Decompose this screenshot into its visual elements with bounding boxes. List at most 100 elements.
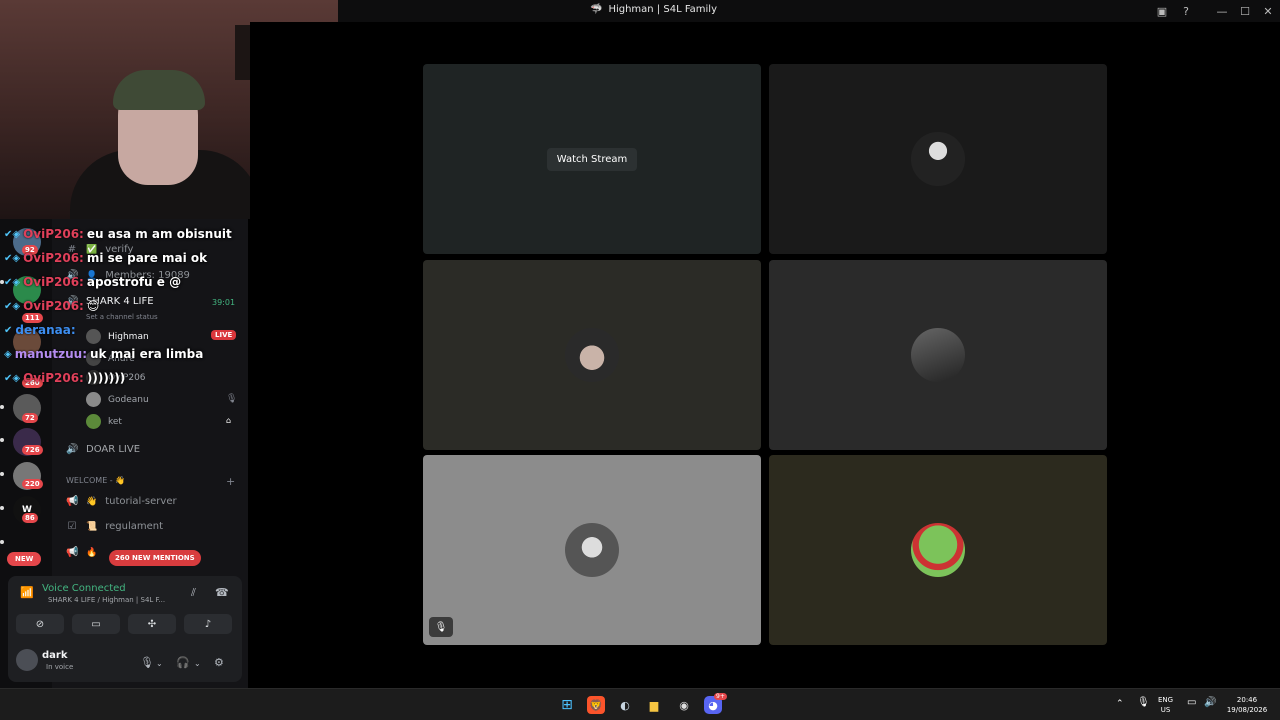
soundboard-button[interactable]: ♪ <box>184 614 232 634</box>
chat-message: ✔◈ OviP206: mi se pare mai ok <box>4 251 207 265</box>
taskbar: ⊞ 🦁 ◐ ▆ ◉ ◕ 9+ ⌃ 🎙 ENG US ▭ 🔊 20:46 19/0… <box>0 688 1280 720</box>
soundboard-icon: ♪ <box>204 618 212 630</box>
window-title: 🦈 Highman | S4L Family <box>590 4 718 15</box>
unread-dot <box>0 506 4 510</box>
channel-tutorial-server[interactable]: 📢 👋 tutorial-server <box>66 496 177 507</box>
screen-share-icon: ▭ <box>91 618 101 630</box>
maximize-button[interactable]: ☐ <box>1237 3 1253 19</box>
watch-stream-button[interactable]: Watch Stream <box>546 147 638 171</box>
add-channel-icon[interactable]: + <box>226 475 235 488</box>
speaker-icon: 🔊 <box>66 444 79 455</box>
chat-badges: ✔◈ <box>4 228 21 240</box>
chat-text: eu asa m am obisnuit <box>86 227 232 241</box>
voice-user[interactable]: ket <box>86 414 122 429</box>
language-indicator[interactable]: ENG US <box>1158 695 1173 715</box>
channel-label: regulament <box>105 521 164 532</box>
voice-user[interactable]: Highman <box>86 329 149 344</box>
unread-dot <box>0 438 4 442</box>
participant-tile[interactable] <box>769 455 1107 645</box>
minimize-button[interactable]: — <box>1214 3 1230 19</box>
activities-button[interactable]: ✣ <box>128 614 176 634</box>
chat-user: OviP206: <box>23 371 84 385</box>
folder-icon[interactable]: ▆ <box>645 696 663 714</box>
chat-text: mi se pare mai ok <box>86 251 208 265</box>
chat-badges: ◈ <box>4 348 12 360</box>
chevron-up-icon[interactable]: ⌃ <box>1116 699 1124 709</box>
user-name: dark <box>42 650 68 661</box>
start-icon[interactable]: ⊞ <box>558 696 576 714</box>
network-icon[interactable]: ▭ <box>1187 698 1196 708</box>
disconnect-icon[interactable]: ☎ <box>215 586 229 599</box>
streamer-cap <box>113 70 205 110</box>
clock[interactable]: 20:46 19/08/2026 <box>1224 695 1270 715</box>
avatar <box>86 392 101 407</box>
channel-status-hint[interactable]: Set a channel status <box>86 313 158 321</box>
avatar <box>565 523 619 577</box>
headphones-icon[interactable]: 🎧 <box>176 656 190 669</box>
gear-icon[interactable]: ⚙ <box>214 656 224 669</box>
stream-tile[interactable]: Watch Stream <box>423 64 761 254</box>
chat-user: OviP206: <box>23 299 84 313</box>
voice-user-name: Godeanu <box>108 394 149 405</box>
close-button[interactable]: ✕ <box>1260 3 1276 19</box>
chat-text: uk mai era limba <box>90 347 204 361</box>
new-mentions-pill[interactable]: 260 NEW MENTIONS <box>109 550 201 566</box>
new-servers-pill[interactable]: NEW <box>7 552 42 566</box>
channel-emoji: 👋 <box>86 496 98 507</box>
chat-message: ✔◈ OviP206: ))))))) <box>4 371 125 385</box>
participant-tile[interactable] <box>769 260 1107 450</box>
voice-location[interactable]: SHARK 4 LIFE / Highman | S4L F... <box>48 596 165 604</box>
channel-label: tutorial-server <box>105 496 177 507</box>
category-welcome[interactable]: WELCOME - 👋 <box>66 476 125 485</box>
avatar[interactable] <box>16 649 38 671</box>
voice-user-name: ket <box>108 416 122 427</box>
voice-channel-doar-live[interactable]: 🔊 DOAR LIVE <box>66 444 140 455</box>
participant-tile[interactable] <box>423 260 761 450</box>
chat-text: ))))))) <box>86 371 126 385</box>
avatar <box>911 328 965 382</box>
channel-regulament[interactable]: ☑ 📜 regulament <box>66 521 164 532</box>
obs-icon[interactable]: ◉ <box>675 696 693 714</box>
call-timer: 39:01 <box>212 298 236 307</box>
chevron-down-icon[interactable]: ⌄ <box>194 659 201 668</box>
muted-icon: 🎙 <box>226 394 238 404</box>
megaphone-icon: 📢 <box>66 547 79 558</box>
avatar <box>911 132 965 186</box>
chat-badges: ✔◈ <box>4 276 21 288</box>
screen-share-button[interactable]: ▭ <box>72 614 120 634</box>
channel-more[interactable]: 📢 🔥 <box>66 547 97 558</box>
help-icon[interactable]: ? <box>1178 3 1194 19</box>
microphone-icon[interactable]: 🎙 <box>140 656 154 669</box>
user-status: In voice <box>46 663 74 671</box>
chevron-down-icon[interactable]: ⌄ <box>156 659 163 668</box>
voice-user-name: Highman <box>108 331 149 342</box>
server-badge: 111 <box>22 313 43 323</box>
noise-suppression-icon[interactable]: ⫽ <box>191 586 196 600</box>
camera-off-button[interactable]: ⊘ <box>16 614 64 634</box>
chat-message: ◈ manutzuu: uk mai era limba <box>4 347 203 361</box>
category-label: WELCOME - 👋 <box>66 476 126 485</box>
avatar <box>911 523 965 577</box>
voice-user[interactable]: Godeanu <box>86 392 149 407</box>
chat-message: ✔◈ OviP206: eu asa m am obisnuit <box>4 227 232 241</box>
unread-dot <box>0 540 4 544</box>
clock-date: 19/08/2026 <box>1226 706 1268 714</box>
chat-user: deranaa: <box>15 323 76 337</box>
discord-badge: 9+ <box>714 693 727 700</box>
inbox-icon[interactable]: ▣ <box>1154 3 1170 19</box>
participant-tile[interactable]: 🎙 <box>423 455 761 645</box>
channel-emoji: 🔥 <box>86 547 98 558</box>
avatar <box>565 328 619 382</box>
chat-user: OviP206: <box>23 251 84 265</box>
rules-icon: ☑ <box>67 521 77 532</box>
app-icon: 🦈 <box>590 4 603 15</box>
activities-icon: ✣ <box>147 618 157 630</box>
signal-icon[interactable]: 📶 <box>20 586 34 599</box>
steam-icon[interactable]: ◐ <box>616 696 634 714</box>
brave-icon[interactable]: 🦁 <box>587 696 605 714</box>
microphone-icon[interactable]: 🎙 <box>1137 698 1150 708</box>
muted-icon: 🎙 <box>429 617 453 637</box>
participant-tile[interactable] <box>769 64 1107 254</box>
volume-icon[interactable]: 🔊 <box>1204 698 1216 708</box>
game-icon: ⌂ <box>226 416 232 425</box>
